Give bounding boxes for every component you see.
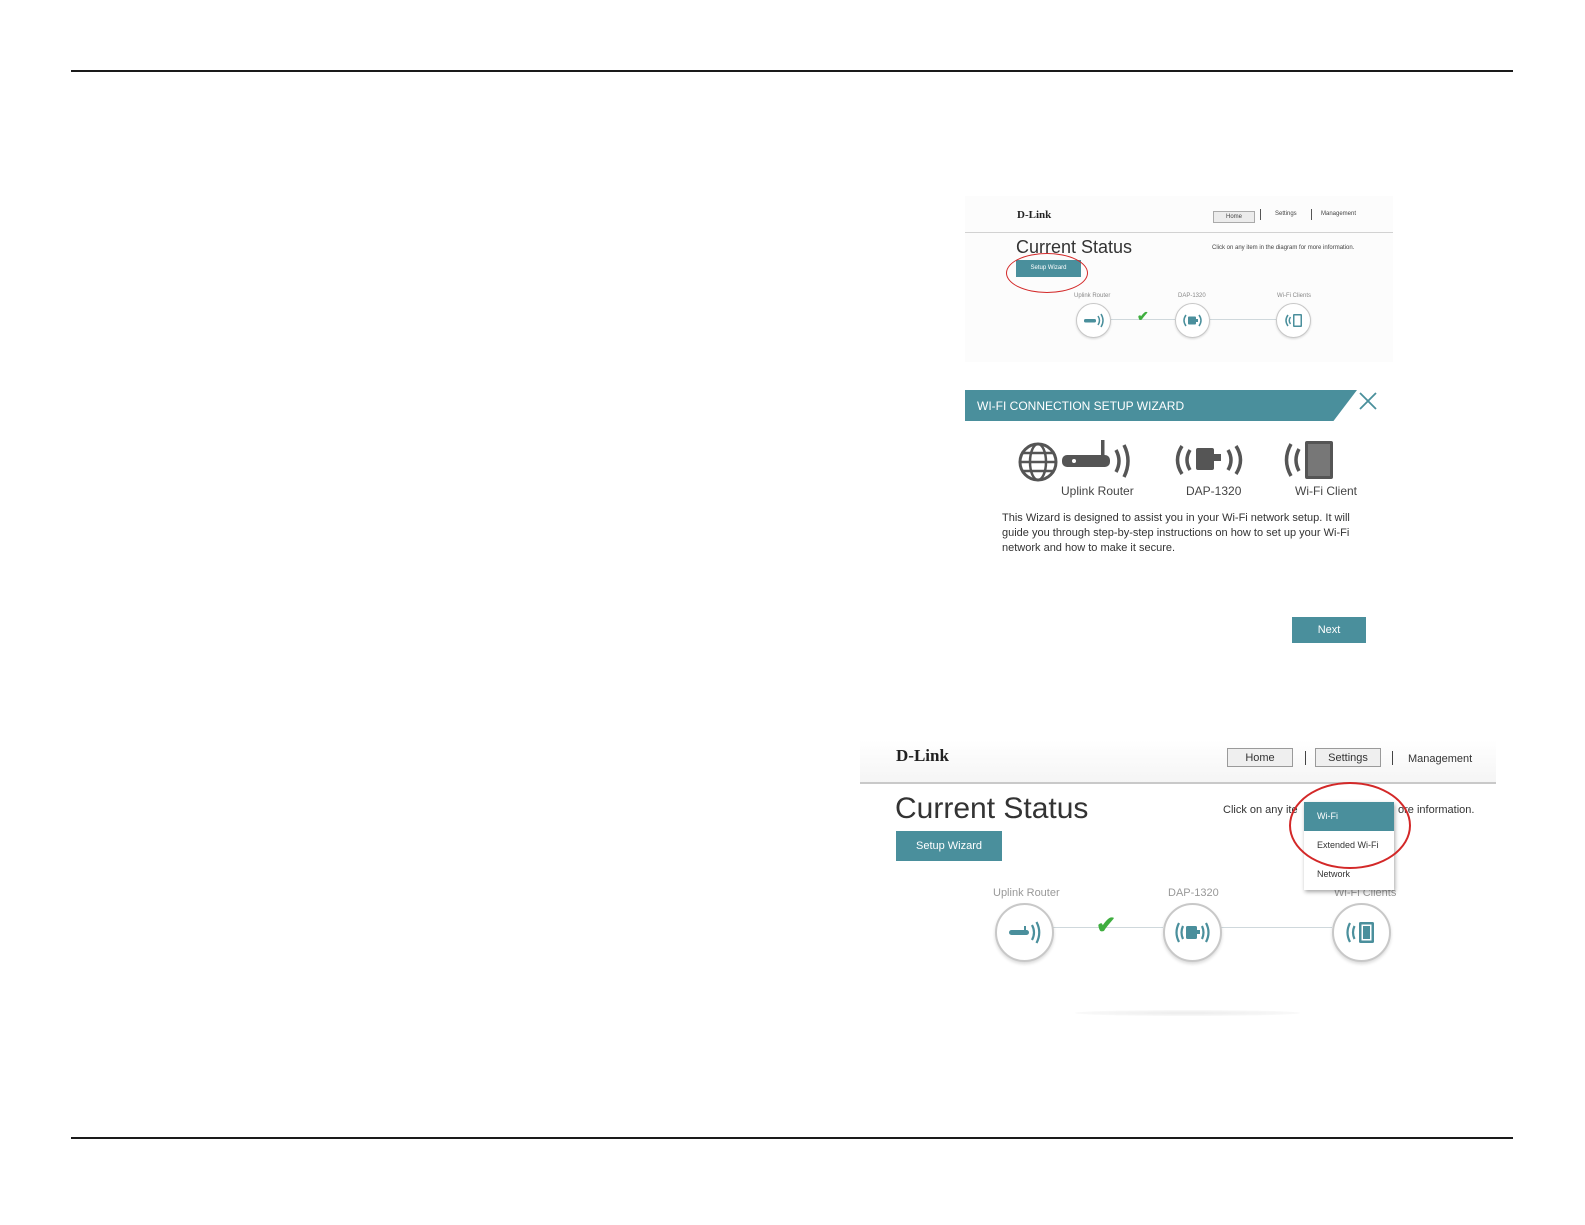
home-screenshot-small: D-Link Home Settings Management Current … <box>965 196 1393 362</box>
node-label-uplink: Uplink Router <box>993 887 1060 899</box>
highlight-annotation <box>1006 253 1088 293</box>
node-label-clients: Wi-Fi Clients <box>1277 293 1311 299</box>
setup-wizard-button[interactable]: Setup Wizard <box>896 831 1002 861</box>
connection-line <box>1210 319 1276 320</box>
tab-home[interactable]: Home <box>1227 748 1293 767</box>
next-button[interactable]: Next <box>1292 617 1366 643</box>
wizard-description: This Wizard is designed to assist you in… <box>1002 512 1350 554</box>
bottom-rule <box>71 1137 1513 1139</box>
dap-1320-label: DAP-1320 <box>1186 484 1242 498</box>
tab-home[interactable]: Home <box>1213 211 1255 223</box>
tab-management[interactable]: Management <box>1321 211 1356 217</box>
diagram-hint: Click on any item in the diagram for mor… <box>1212 245 1355 251</box>
tablet-icon <box>1346 922 1374 943</box>
uplink-router-node[interactable] <box>1076 303 1111 338</box>
node-label-device: DAP-1320 <box>1168 887 1219 899</box>
nav-separator <box>1311 209 1312 220</box>
diagram-hint-left: Click on any ite <box>1223 804 1298 816</box>
dlink-logo: D-Link <box>896 746 949 765</box>
wifi-client-label: Wi-Fi Client <box>1295 484 1357 498</box>
nav-separator <box>1392 751 1393 765</box>
connected-check-icon: ✔ <box>1137 308 1149 324</box>
drop-shadow <box>1075 1010 1300 1016</box>
wizard-title: WI-FI CONNECTION SETUP WIZARD <box>977 399 1185 413</box>
tablet-icon <box>1285 314 1302 327</box>
tablet-icon <box>1282 438 1338 482</box>
extender-icon <box>1175 922 1210 943</box>
tab-settings[interactable]: Settings <box>1315 748 1381 767</box>
connected-check-icon: ✔ <box>1096 912 1117 939</box>
page-title: Current Status <box>895 792 1089 825</box>
connection-line <box>1221 927 1332 928</box>
tab-management[interactable]: Management <box>1408 753 1472 765</box>
node-label-uplink: Uplink Router <box>1074 293 1111 299</box>
wifi-clients-node[interactable] <box>1332 903 1391 962</box>
uplink-router-node[interactable] <box>995 903 1054 962</box>
globe-router-icon <box>1017 438 1139 484</box>
wifi-clients-node[interactable] <box>1276 303 1311 338</box>
diagram-hint-right: ore information. <box>1398 804 1475 816</box>
dap-1320-node[interactable] <box>1163 903 1222 962</box>
dlink-logo: D-Link <box>1017 209 1052 221</box>
home-screenshot-large: D-Link Home Settings Management Current … <box>860 740 1496 1030</box>
nav-separator <box>1305 751 1306 765</box>
router-icon <box>1009 921 1041 944</box>
close-icon[interactable] <box>1357 390 1379 412</box>
router-icon <box>1084 313 1104 328</box>
extender-icon <box>1183 314 1202 327</box>
top-rule <box>71 70 1513 72</box>
uplink-router-label: Uplink Router <box>1061 484 1134 498</box>
header-bar <box>860 740 1496 784</box>
dap-1320-node[interactable] <box>1175 303 1210 338</box>
nav-separator <box>1260 209 1261 220</box>
node-label-device: DAP-1320 <box>1178 293 1206 299</box>
wizard-screenshot: WI-FI CONNECTION SETUP WIZARD Uplink Rou… <box>965 370 1393 656</box>
tab-settings[interactable]: Settings <box>1275 211 1297 217</box>
extender-icon <box>1172 440 1246 480</box>
highlight-annotation <box>1289 782 1411 869</box>
